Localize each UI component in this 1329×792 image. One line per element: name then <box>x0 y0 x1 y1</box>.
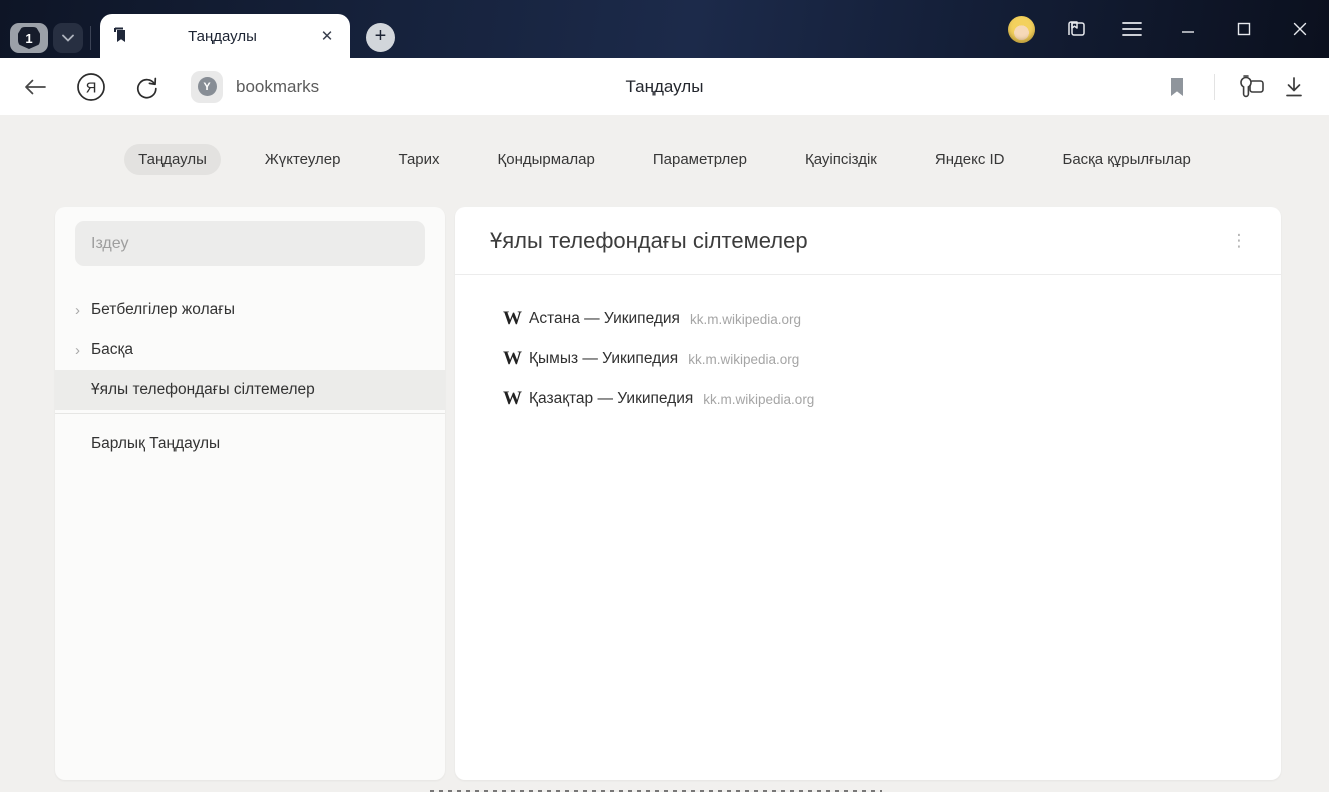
favicon-letter: Y <box>198 77 217 96</box>
folder-item-other[interactable]: › Басқа <box>55 330 445 370</box>
url-text[interactable]: bookmarks <box>236 77 319 97</box>
bookmarks-sidebar: › Бетбелгілер жолағы › Басқа Ұялы телефо… <box>55 207 445 780</box>
nav-tab-history[interactable]: Тарих <box>384 144 453 175</box>
folder-label: Ұялы телефондағы сілтемелер <box>91 381 315 399</box>
nav-tab-favorites[interactable]: Таңдаулы <box>124 144 221 175</box>
yandex-logo-icon: Я <box>76 72 106 102</box>
wikipedia-favicon: W <box>503 348 529 370</box>
bookmark-row[interactable]: W Астана — Уикипедия kk.m.wikipedia.org <box>455 299 1281 339</box>
bookmark-url: kk.m.wikipedia.org <box>690 312 801 327</box>
close-window-button[interactable] <box>1285 14 1315 44</box>
downloads-button[interactable] <box>1277 70 1311 104</box>
browser-tab-favorites[interactable]: Таңдаулы ✕ <box>100 14 350 58</box>
nav-tab-settings[interactable]: Параметрлер <box>639 144 761 175</box>
yandex-home-button[interactable]: Я <box>74 70 108 104</box>
bookmark-url: kk.m.wikipedia.org <box>688 352 799 367</box>
svg-text:Я: Я <box>86 79 97 96</box>
folder-list: › Бетбелгілер жолағы › Басқа Ұялы телефо… <box>55 290 445 467</box>
profile-avatar[interactable] <box>1008 16 1035 43</box>
minimize-icon <box>1180 21 1196 37</box>
collections-icon <box>1065 18 1087 40</box>
key-icon <box>1237 74 1267 100</box>
address-bar-divider <box>1214 74 1215 100</box>
bookmark-row[interactable]: W Қымыз — Уикипедия kk.m.wikipedia.org <box>455 339 1281 379</box>
minimize-button[interactable] <box>1173 14 1203 44</box>
maximize-icon <box>1236 21 1252 37</box>
bookmark-page-button[interactable] <box>1160 70 1194 104</box>
tab-count-badge: 1 <box>18 27 40 49</box>
chevron-right-icon[interactable]: › <box>75 302 91 319</box>
chevron-down-icon <box>62 34 74 42</box>
browser-window: { "window": { "tab_count": "1", "active_… <box>0 0 1329 792</box>
back-arrow-icon <box>24 79 46 95</box>
bookmark-filled-icon <box>1169 77 1185 97</box>
folder-item-bookmarks-bar[interactable]: › Бетбелгілер жолағы <box>55 290 445 330</box>
wikipedia-favicon: W <box>503 388 529 410</box>
new-tab-button[interactable]: + <box>366 23 395 52</box>
folder-label: Басқа <box>91 341 133 359</box>
tab-list-chevron-button[interactable] <box>53 23 83 53</box>
bookmarks-layout: › Бетбелгілер жолағы › Басқа Ұялы телефо… <box>55 207 1281 780</box>
close-icon <box>1292 21 1308 37</box>
all-favorites-label: Барлық Таңдаулы <box>91 435 220 453</box>
bookmark-title[interactable]: Қазақтар — Уикипедия <box>529 390 693 408</box>
password-manager-button[interactable] <box>1235 70 1269 104</box>
nav-tab-security[interactable]: Қауіпсіздік <box>791 144 891 175</box>
page-favicon: Y <box>191 71 223 103</box>
nav-tab-yandex-id[interactable]: Яндекс ID <box>921 144 1019 175</box>
tab-counter-button[interactable]: 1 <box>10 23 48 53</box>
menu-button[interactable] <box>1117 14 1147 44</box>
address-bar-actions <box>1160 58 1311 115</box>
chevron-right-icon[interactable]: › <box>75 342 91 359</box>
tab-counter-group: 1 <box>10 23 91 53</box>
bookmarks-content: Ұялы телефондағы сілтемелер ⋮ W Астана —… <box>455 207 1281 780</box>
nav-tab-extensions[interactable]: Қондырмалар <box>484 144 609 175</box>
content-header: Ұялы телефондағы сілтемелер ⋮ <box>455 207 1281 275</box>
bookmark-list: W Астана — Уикипедия kk.m.wikipedia.org … <box>455 275 1281 419</box>
bookmark-title[interactable]: Астана — Уикипедия <box>529 310 680 328</box>
all-favorites-item[interactable]: Барлық Таңдаулы <box>55 421 445 467</box>
sidebar-search[interactable] <box>75 221 425 266</box>
address-bar: Я Y bookmarks Таңдаулы <box>0 58 1329 115</box>
download-icon <box>1284 76 1304 98</box>
folder-label: Бетбелгілер жолағы <box>91 301 235 319</box>
bookmark-title[interactable]: Қымыз — Уикипедия <box>529 350 678 368</box>
tab-close-button[interactable]: ✕ <box>316 25 338 47</box>
bookmarks-tab-icon <box>112 27 129 45</box>
titlebar-right-controls <box>1008 0 1315 58</box>
reload-button[interactable] <box>130 70 164 104</box>
side-panel-button[interactable] <box>1061 14 1091 44</box>
sidebar-divider <box>55 413 445 414</box>
search-input[interactable] <box>91 235 409 253</box>
folder-title: Ұялы телефондағы сілтемелер <box>490 228 1225 254</box>
folder-menu-button[interactable]: ⋮ <box>1225 227 1253 255</box>
window-titlebar: 1 Таңдаулы ✕ + <box>0 0 1329 58</box>
nav-tab-downloads[interactable]: Жүктеулер <box>251 144 355 175</box>
nav-tab-other-devices[interactable]: Басқа құрылғылар <box>1048 144 1204 175</box>
wikipedia-favicon: W <box>503 308 529 330</box>
hamburger-icon <box>1122 21 1142 37</box>
tab-title: Таңдаулы <box>129 28 316 45</box>
maximize-button[interactable] <box>1229 14 1259 44</box>
folder-item-mobile-links[interactable]: Ұялы телефондағы сілтемелер <box>55 370 445 410</box>
bookmarks-page-nav: Таңдаулы Жүктеулер Тарих Қондырмалар Пар… <box>0 144 1329 175</box>
bookmark-url: kk.m.wikipedia.org <box>703 392 814 407</box>
reload-icon <box>135 75 159 99</box>
back-button[interactable] <box>18 70 52 104</box>
tabbar-divider <box>90 26 91 50</box>
bookmark-row[interactable]: W Қазақтар — Уикипедия kk.m.wikipedia.or… <box>455 379 1281 419</box>
